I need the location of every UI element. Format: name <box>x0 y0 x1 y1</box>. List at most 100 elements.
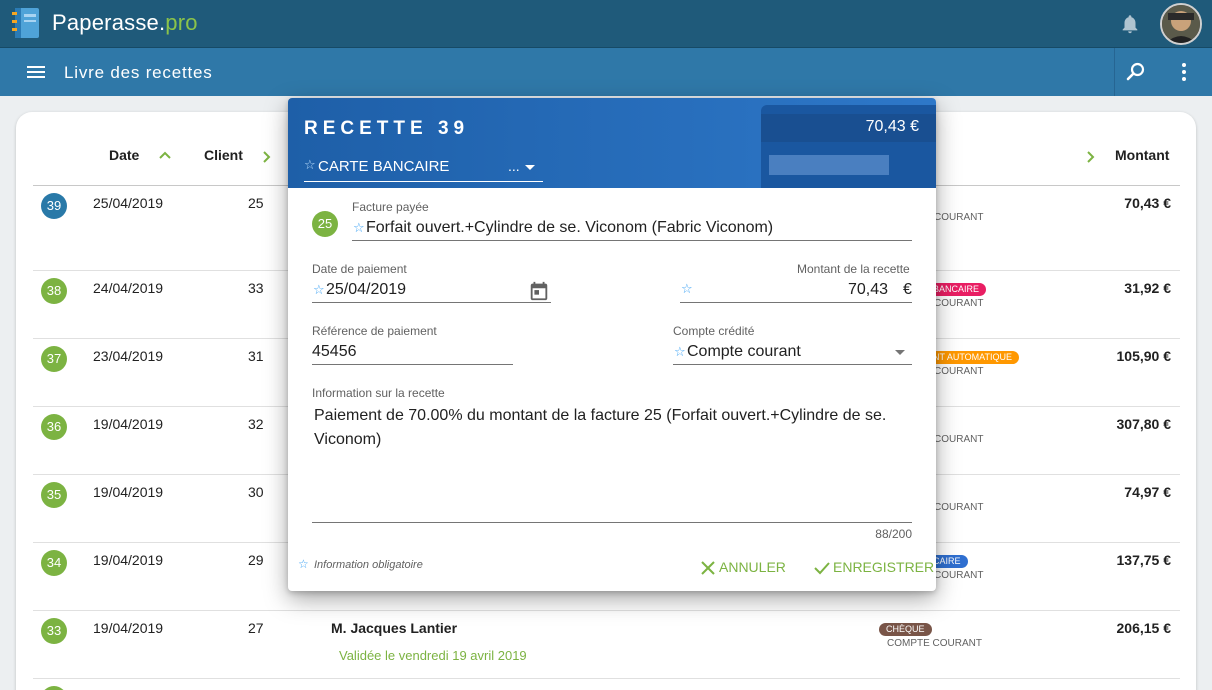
row-account: COURANT <box>934 298 984 309</box>
row-number-badge[interactable]: 36 <box>41 414 67 440</box>
row-amount: 74,97 € <box>1124 484 1171 500</box>
row-amount: 105,90 € <box>1116 348 1172 364</box>
brand-suffix: pro <box>165 10 198 35</box>
row-status: Validée le vendredi 19 avril 2019 <box>339 648 527 663</box>
payment-type-badge: CHÈQUE <box>879 623 932 636</box>
more-vert-icon[interactable] <box>1172 60 1196 84</box>
required-star-icon: ☆ <box>674 344 686 359</box>
row-client: 30 <box>248 484 264 500</box>
cancel-button-label: ANNULER <box>719 559 786 575</box>
row-date: 19/04/2019 <box>93 484 164 500</box>
chevron-right-icon[interactable] <box>259 149 275 165</box>
sort-ascending-icon[interactable] <box>157 147 173 163</box>
brand-logo[interactable]: Paperasse.pro <box>52 10 198 36</box>
row-account: COMPTE COURANT <box>887 638 982 649</box>
receipt-edit-dialog: 70,43 € RECETTE 39 ☆ CARTE BANCAIRE ... … <box>288 98 936 591</box>
row-date: 19/04/2019 <box>93 416 164 432</box>
row-divider <box>33 610 1180 611</box>
row-amount: 70,43 € <box>1124 195 1171 211</box>
required-star-icon: ☆ <box>304 157 316 172</box>
toolbar-divider <box>1114 48 1115 96</box>
row-client-name: M. Jacques Lantier <box>331 620 458 636</box>
date-field-label: Date de paiement <box>312 262 407 276</box>
payment-type-select[interactable]: ☆ CARTE BANCAIRE ... <box>304 155 543 182</box>
row-client: 33 <box>248 280 264 296</box>
info-field-label: Information sur la recette <box>312 386 445 400</box>
reference-field-underline <box>312 364 513 365</box>
save-button-label: ENREGISTRER <box>833 559 935 575</box>
invoice-field-underline <box>352 240 912 241</box>
row-number-badge[interactable]: 33 <box>41 618 67 644</box>
dropdown-caret-icon <box>525 165 535 170</box>
row-client: 31 <box>248 348 264 364</box>
row-account: COURANT <box>934 570 984 581</box>
hamburger-menu-icon[interactable] <box>24 60 48 84</box>
amount-field-unit: € <box>903 281 912 298</box>
row-account: COURANT <box>934 434 984 445</box>
row-number-badge[interactable]: 37 <box>41 346 67 372</box>
invoice-field-value[interactable]: Forfait ouvert.+Cylindre de se. Viconom … <box>366 219 773 237</box>
row-date: 24/04/2019 <box>93 280 164 296</box>
row-date: 23/04/2019 <box>93 348 164 364</box>
row-date: 19/04/2019 <box>93 552 164 568</box>
top-app-bar: Paperasse.pro <box>0 0 1212 48</box>
dropdown-caret-icon[interactable] <box>895 350 905 355</box>
column-header-date[interactable]: Date <box>109 147 139 163</box>
row-number-badge[interactable]: 38 <box>41 278 67 304</box>
column-header-client[interactable]: Client <box>204 147 243 163</box>
reference-field-value[interactable]: 45456 <box>312 343 357 361</box>
invoice-field-label: Facture payée <box>352 200 429 214</box>
account-field-value[interactable]: Compte courant <box>687 343 801 361</box>
close-icon <box>701 561 715 575</box>
row-amount: 31,92 € <box>1124 280 1171 296</box>
user-avatar[interactable] <box>1160 3 1202 45</box>
row-client: 32 <box>248 416 264 432</box>
required-star-icon: ☆ <box>353 220 365 235</box>
search-icon[interactable] <box>1124 60 1148 84</box>
row-number-badge[interactable]: 35 <box>41 482 67 508</box>
amount-placeholder-bar <box>769 155 889 175</box>
dialog-title: RECETTE 39 <box>304 118 470 139</box>
row-date: 25/04/2019 <box>93 195 164 211</box>
row-number-badge[interactable]: 39 <box>41 193 67 219</box>
required-star-icon: ☆ <box>298 557 309 571</box>
brand-name: Paperasse. <box>52 10 166 35</box>
column-header-montant[interactable]: Montant <box>1115 147 1169 163</box>
row-amount: 206,15 € <box>1116 620 1172 636</box>
row-client: 25 <box>248 195 264 211</box>
info-field-underline <box>312 522 912 523</box>
avatar-image <box>1162 5 1200 43</box>
payment-type-badge: NT AUTOMATIQUE <box>926 351 1020 364</box>
row-account: COURANT <box>934 366 984 377</box>
amount-field-label: Montant de la recette <box>797 262 910 276</box>
row-divider <box>33 678 1180 679</box>
payment-type-value: CARTE BANCAIRE <box>318 158 450 175</box>
row-account: COURANT <box>934 212 984 223</box>
bell-icon[interactable] <box>1119 13 1141 35</box>
reference-field-label: Référence de paiement <box>312 324 437 338</box>
required-star-icon: ☆ <box>313 282 325 297</box>
payment-type-ellipsis: ... <box>508 158 520 174</box>
row-client: 27 <box>248 620 264 636</box>
check-icon <box>814 562 830 575</box>
account-field-label: Compte crédité <box>673 324 755 338</box>
date-field-value[interactable]: 25/04/2019 <box>326 281 406 299</box>
notebook-logo-icon <box>12 8 39 38</box>
amount-field-underline <box>680 302 912 303</box>
row-client: 29 <box>248 552 264 568</box>
row-number-badge[interactable]: 34 <box>41 550 67 576</box>
account-field-underline <box>673 364 912 365</box>
required-star-icon: ☆ <box>681 281 693 296</box>
row-amount: 307,80 € <box>1116 416 1172 432</box>
chevron-right-icon[interactable] <box>1083 149 1099 165</box>
row-account: COURANT <box>934 502 984 513</box>
dialog-amount: 70,43 € <box>865 118 919 135</box>
amount-field-value[interactable]: 70,43 <box>848 281 888 299</box>
calendar-icon[interactable] <box>528 280 550 302</box>
row-amount: 137,75 € <box>1116 552 1172 568</box>
invoice-number-badge: 25 <box>312 211 338 237</box>
required-note: Information obligatoire <box>314 559 423 571</box>
info-textarea[interactable]: Paiement de 70.00% du montant de la fact… <box>314 404 904 452</box>
character-counter: 88/200 <box>875 527 912 541</box>
page-toolbar: Livre des recettes <box>0 48 1212 96</box>
